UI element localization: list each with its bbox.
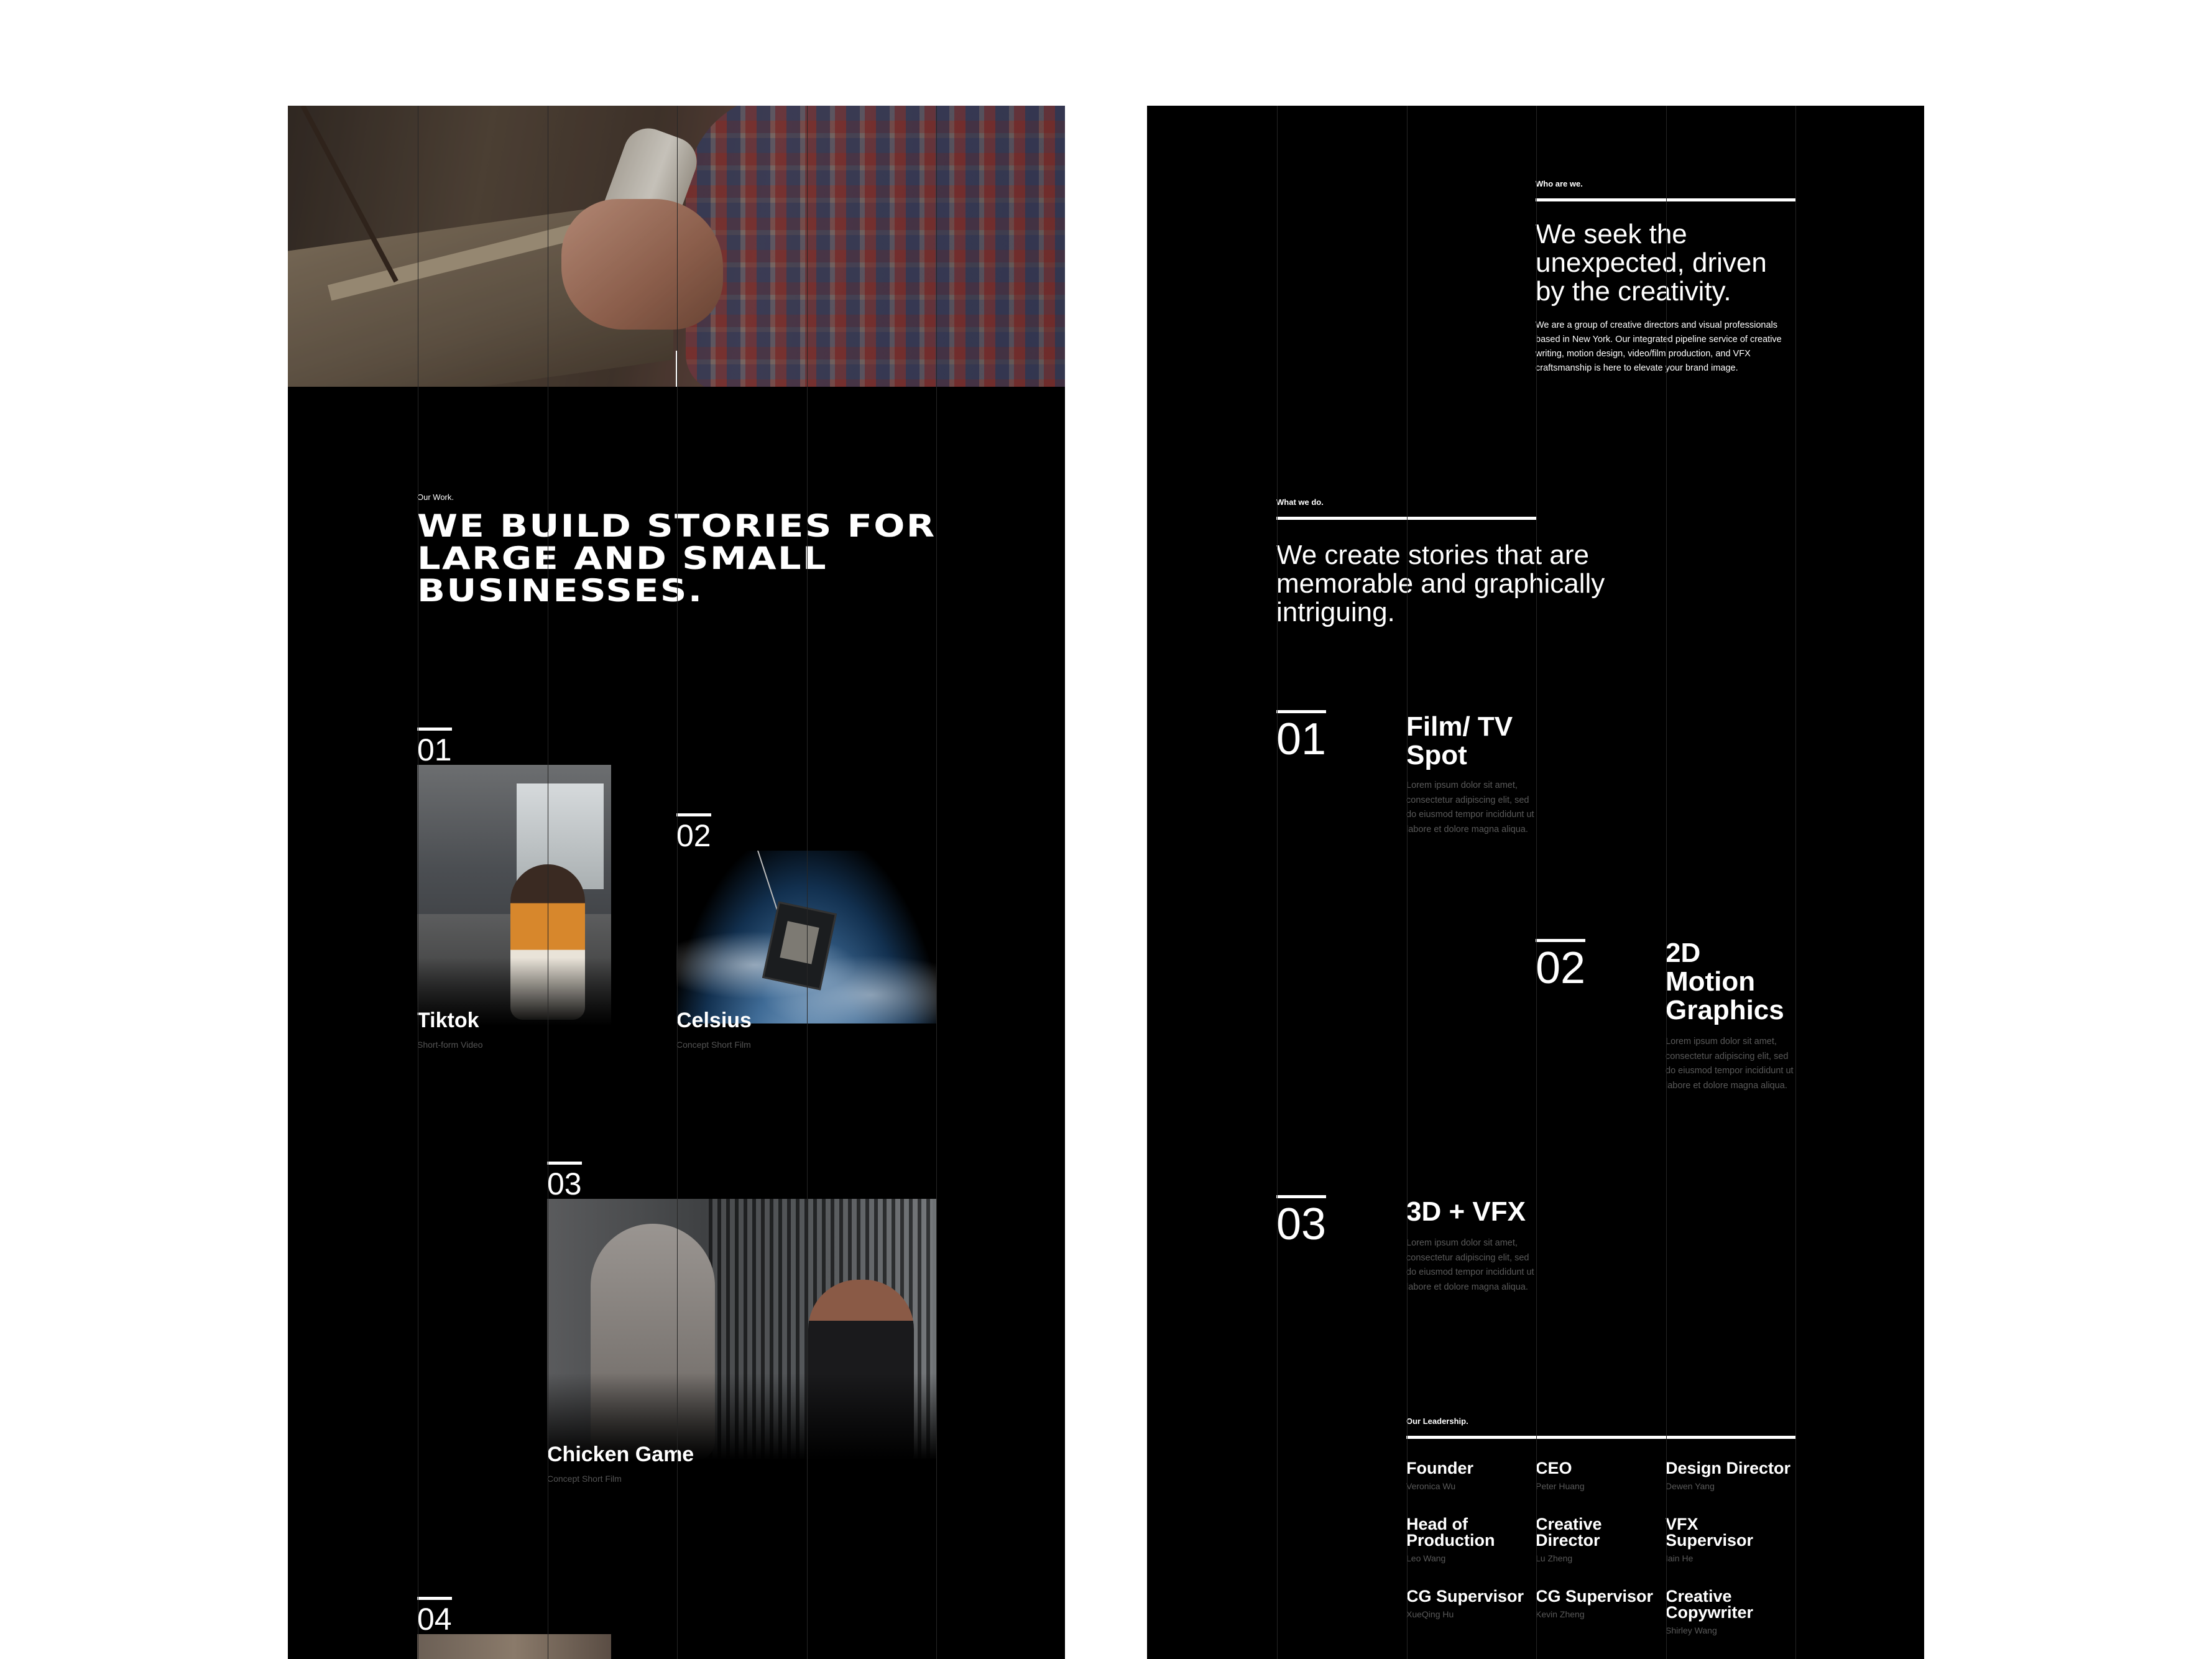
section-label-what-we-do: What we do. [1276,497,1536,520]
thumb-string [757,851,778,910]
grid-line [936,106,937,1659]
project-title[interactable]: Celsius [676,1009,752,1033]
grid-line [1277,106,1278,1659]
leader-role: Head of Production [1406,1515,1495,1550]
project-subtitle: Concept Short Film [547,1474,622,1484]
leader-role: CEO [1536,1459,1572,1477]
leader-name: Shirley Wang [1666,1625,1717,1635]
service-description: Lorem ipsum dolor sit amet, consectetur … [1666,1037,1794,1091]
about-page-panel: Who are we. We seek the unexpected, driv… [1147,106,1924,1659]
scroll-indicator [676,351,677,387]
project-subtitle: Concept Short Film [676,1040,751,1050]
leader-role: Creative Copywriter [1666,1587,1754,1622]
leader-name: Peter Huang [1536,1481,1585,1491]
section-label-our-leadership: Our Leadership. [1406,1416,1795,1439]
leader-name: XueQing Hu [1406,1609,1454,1619]
work-page-panel: Our Work. WE BUILD STORIES FOR LARGE AND… [288,106,1065,1659]
leader-role: Founder [1406,1459,1473,1477]
grid-line [677,106,678,1659]
grid-line [1536,106,1537,1659]
project-title[interactable]: Chicken Game [547,1443,694,1467]
leader-name: Dewen Yang [1666,1481,1715,1491]
leader-name: Veronica Wu [1406,1481,1456,1491]
project-number: 02 [676,813,711,851]
service-description: Lorem ipsum dolor sit amet, consectetur … [1406,780,1534,834]
who-heading: We seek the unexpected, driven by the cr… [1536,219,1767,307]
project-thumbnail-tiktok[interactable] [417,765,611,1026]
service-description: Lorem ipsum dolor sit amet, consectetur … [1406,1238,1534,1292]
grid-line [1795,106,1796,1659]
service-number: 02 [1536,939,1586,991]
project-thumbnail-chicken-game[interactable] [547,1199,936,1460]
service-title: 2D Motion Graphics [1666,938,1784,1025]
leader-role: Design Director [1666,1459,1791,1477]
hero-shade [288,106,1065,387]
who-body: We are a group of creative directors and… [1536,320,1782,373]
leader-name: Lu Zheng [1536,1553,1573,1563]
section-label-our-work: Our Work. [417,492,454,502]
grid-line [1407,106,1408,1659]
leader-name: Iain He [1666,1553,1694,1563]
service-number: 03 [1276,1195,1327,1247]
leader-name: Leo Wang [1406,1553,1446,1563]
project-number: 03 [547,1162,582,1199]
service-title: Film/ TV Spot [1406,711,1513,770]
section-label-who-are-we: Who are we. [1536,179,1795,201]
leader-role: CG Supervisor [1406,1587,1524,1606]
leader-role: VFX Supervisor [1666,1515,1754,1550]
work-headline: WE BUILD STORIES FOR LARGE AND SMALL BUS… [417,508,936,609]
leader-name: Kevin Zheng [1536,1609,1585,1619]
project-subtitle: Short-form Video [417,1040,483,1050]
project-number: 04 [417,1597,452,1635]
project-thumbnail-celsius[interactable] [676,851,936,1024]
project-thumbnail[interactable] [417,1634,611,1659]
leader-role: Creative Director [1536,1515,1602,1550]
project-title[interactable]: Tiktok [417,1009,479,1033]
project-number: 01 [417,728,452,765]
grid-line [1666,106,1667,1659]
grid-line [807,106,808,1659]
service-title: 3D + VFX [1406,1196,1526,1227]
hero-video[interactable] [288,106,1065,387]
leader-role: CG Supervisor [1536,1587,1654,1606]
what-heading: We create stories that are memorable and… [1276,540,1605,627]
service-number: 01 [1276,710,1327,762]
